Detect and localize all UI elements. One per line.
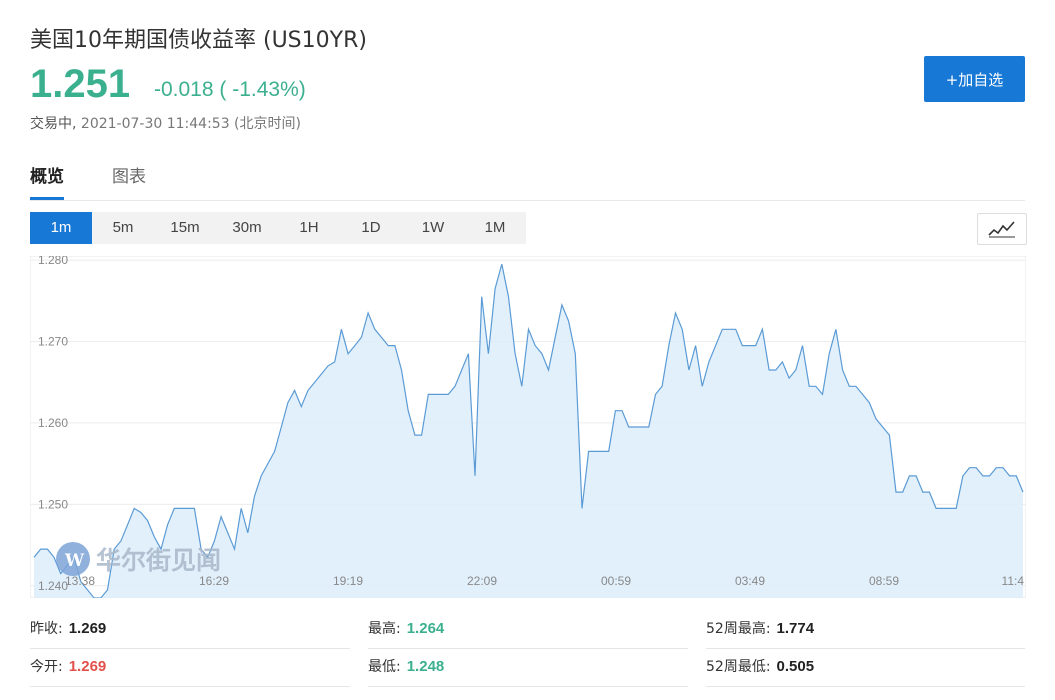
- period-selector: 1m 5m 15m 30m 1H 1D 1W 1M: [30, 212, 526, 244]
- stat-low: 最低: 1.248: [368, 656, 444, 676]
- page-title: 美国10年期国债收益率 (US10YR): [30, 28, 367, 53]
- divider: [368, 648, 688, 649]
- y-tick-label: 1.240: [38, 579, 68, 593]
- stat-prev-close: 昨收: 1.269: [30, 618, 106, 638]
- stat-label: 最高:: [368, 621, 401, 637]
- period-1w[interactable]: 1W: [402, 212, 464, 244]
- price-change: -0.018 ( -1.43%): [154, 78, 306, 101]
- watermark-logo-glyph: W: [64, 551, 85, 571]
- stat-value: 1.269: [68, 620, 107, 637]
- chart-type-button[interactable]: [977, 213, 1027, 245]
- stat-high: 最高: 1.264: [368, 618, 444, 638]
- period-1mo[interactable]: 1M: [464, 212, 526, 244]
- period-1d[interactable]: 1D: [340, 212, 402, 244]
- stat-value: 0.505: [776, 658, 815, 675]
- period-5m[interactable]: 5m: [92, 212, 154, 244]
- x-tick-label: 00:59: [601, 574, 631, 588]
- tab-chart[interactable]: 图表: [112, 162, 146, 187]
- x-tick-label: 13:38: [65, 574, 95, 588]
- timestamp: 2021-07-30 11:44:53 (北京时间): [80, 116, 301, 132]
- line-chart-icon: [988, 221, 1015, 238]
- period-30m[interactable]: 30m: [216, 212, 278, 244]
- watermark-text: 华尔街见闻: [96, 546, 221, 575]
- x-tick-label: 16:29: [199, 574, 229, 588]
- stat-label: 今开:: [30, 659, 63, 675]
- trading-status: 交易中, 2021-07-30 11:44:53 (北京时间): [30, 113, 301, 133]
- divider: [30, 686, 350, 687]
- x-tick-label: 03:49: [735, 574, 765, 588]
- stat-label: 最低:: [368, 659, 401, 675]
- divider: [706, 648, 1025, 649]
- status-label: 交易中,: [30, 116, 77, 132]
- tab-bar: 概览 图表: [30, 160, 1025, 201]
- x-tick-label: 19:19: [333, 574, 363, 588]
- stat-value: 1.774: [776, 620, 815, 637]
- y-tick-label: 1.250: [38, 497, 68, 511]
- yield-chart: 1.240 1.250 1.260 1.270 1.280 13:38 16:29 19:1…: [30, 256, 1026, 598]
- divider: [706, 686, 1025, 687]
- period-15m[interactable]: 15m: [154, 212, 216, 244]
- stat-value: 1.264: [406, 620, 445, 637]
- current-price: 1.251: [30, 62, 131, 106]
- watermark: W 华尔街见闻: [56, 542, 221, 576]
- divider: [368, 686, 688, 687]
- y-tick-label: 1.280: [38, 256, 68, 267]
- stat-52w-low: 52周最低: 0.505: [706, 656, 814, 676]
- x-tick-label: 08:59: [869, 574, 899, 588]
- add-to-watchlist-button[interactable]: +加自选: [924, 56, 1025, 102]
- stat-open: 今开: 1.269: [30, 656, 106, 676]
- x-tick-label: 22:09: [467, 574, 497, 588]
- x-tick-label: 11:4: [1002, 574, 1025, 588]
- stat-value: 1.269: [68, 658, 107, 675]
- divider: [30, 648, 350, 649]
- period-1h[interactable]: 1H: [278, 212, 340, 244]
- y-tick-label: 1.260: [38, 416, 68, 430]
- stat-label: 昨收:: [30, 621, 63, 637]
- stat-52w-high: 52周最高: 1.774: [706, 618, 814, 638]
- stat-label: 52周最高:: [706, 621, 771, 637]
- stat-value: 1.248: [406, 658, 445, 675]
- tab-overview[interactable]: 概览: [30, 162, 64, 200]
- period-1m[interactable]: 1m: [30, 212, 92, 244]
- stat-label: 52周最低:: [706, 659, 771, 675]
- y-tick-label: 1.270: [38, 335, 68, 349]
